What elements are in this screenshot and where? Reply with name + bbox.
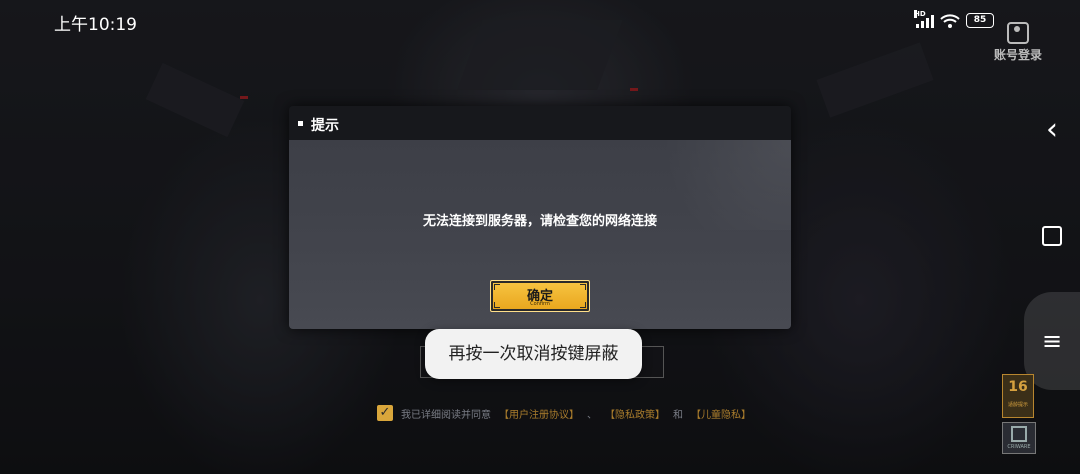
signal-icon: HD [914,9,934,28]
toast-message: 再按一次取消按键屏蔽 [425,329,642,379]
dialog-header: 提示 [289,106,791,140]
wifi-icon [940,13,960,28]
privacy-policy-link[interactable]: 【隐私政策】 [605,406,665,421]
criware-logo: CRIWARE [1002,422,1036,454]
back-icon[interactable]: ‹ [1038,115,1066,145]
agree-checkbox[interactable]: ✓ [377,405,393,421]
criware-label: CRIWARE [1007,444,1031,450]
agreement-row: ✓ 我已详细阅读并同意 【用户注册协议】、【隐私政策】和【儿童隐私】 [377,405,751,421]
network-type: HD [914,9,926,18]
age-rating-label: 适龄提示 [1007,402,1028,408]
status-time: 上午10:19 [54,15,137,35]
home-icon[interactable] [1038,222,1066,250]
title-marker-icon [298,121,303,126]
dialog-body: 无法连接到服务器，请检查您的网络连接 确定 Confirm [289,140,791,329]
confirm-button[interactable]: 确定 Confirm [490,280,590,312]
agreement-separator: 、 [587,409,597,421]
user-agreement-link[interactable]: 【用户注册协议】 [499,406,579,421]
confirm-sublabel: Confirm [530,301,550,307]
status-icons: HD 85 [914,9,994,28]
criware-icon [1011,426,1027,442]
age-rating-badge[interactable]: 16 适龄提示 [1002,374,1034,418]
agreement-and: 和 [673,409,683,421]
dialog-title: 提示 [311,118,339,134]
agreement-text: 我已详细阅读并同意 [401,409,491,421]
menu-icon[interactable]: ≡ [1038,327,1066,355]
battery-icon: 85 [966,13,994,28]
dialog-message: 无法连接到服务器，请检查您的网络连接 [422,214,657,229]
child-privacy-link[interactable]: 【儿童隐私】 [691,406,751,421]
alert-dialog: 提示 无法连接到服务器，请检查您的网络连接 确定 Confirm [289,106,791,329]
age-rating-value: 16 [1008,379,1028,395]
status-bar: 上午10:19 HD 85 [0,0,1080,42]
